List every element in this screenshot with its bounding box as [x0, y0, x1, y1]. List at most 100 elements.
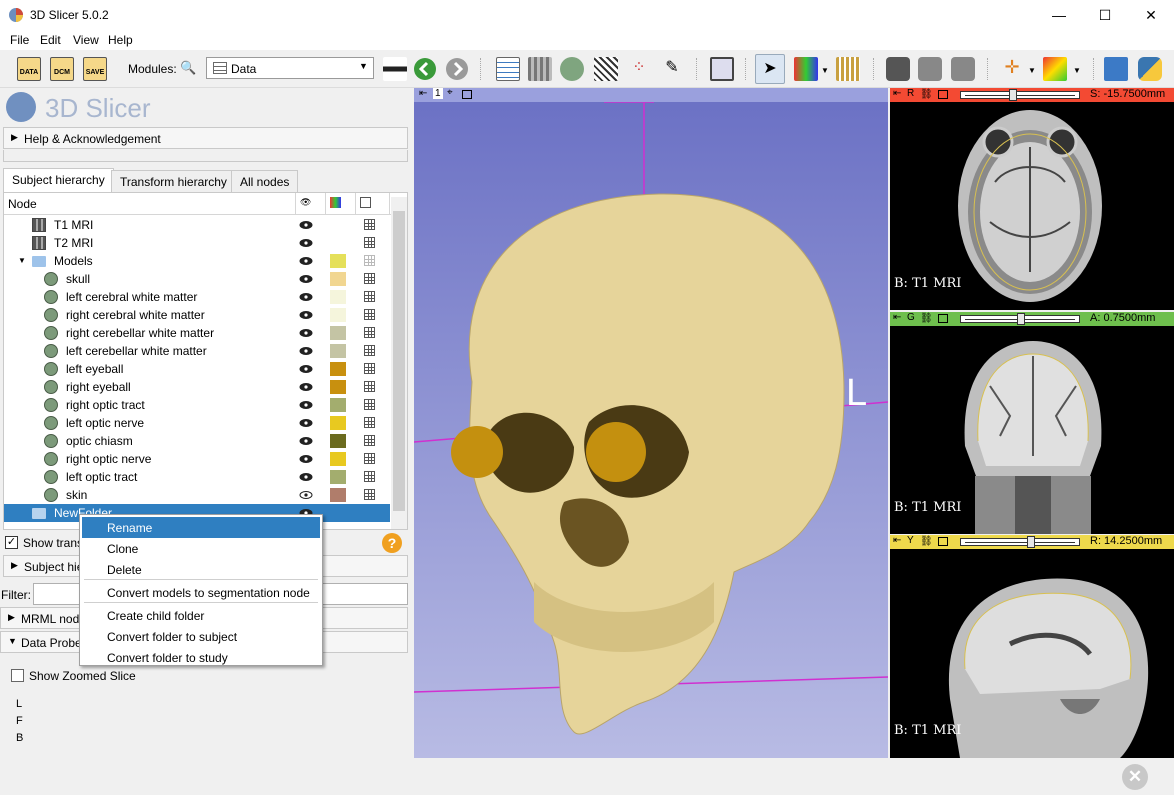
maximize-view-icon[interactable]	[462, 90, 472, 99]
eye-icon[interactable]	[299, 255, 313, 265]
load-dicom-button[interactable]: DCM	[50, 57, 74, 81]
window-level-icon[interactable]	[794, 57, 818, 81]
extensions-manager-icon[interactable]	[1104, 57, 1128, 81]
transform-grid-icon[interactable]	[364, 309, 375, 320]
transform-grid-icon[interactable]	[364, 435, 375, 446]
pin-icon[interactable]: ⇤	[419, 88, 427, 99]
help-icon[interactable]: ?	[382, 533, 402, 553]
crosshair-mode-icon[interactable]	[836, 57, 860, 81]
link-icon[interactable]: ⛓	[920, 536, 933, 547]
transform-grid-icon[interactable]	[364, 399, 375, 410]
save-button[interactable]: SAVE	[83, 57, 107, 81]
scene-view-capture-icon[interactable]	[918, 57, 942, 81]
tree-row[interactable]: skull	[4, 270, 390, 288]
menu-item-rename[interactable]: Rename	[82, 517, 320, 538]
green-slice-slider[interactable]	[960, 313, 1080, 325]
eye-icon[interactable]	[299, 363, 313, 373]
eye-icon[interactable]	[299, 273, 313, 283]
menu-item-delete[interactable]: Delete	[82, 559, 320, 580]
color-swatch[interactable]	[330, 272, 346, 286]
show-transforms-checkbox[interactable]: ✓	[5, 536, 18, 549]
segment-editor-icon[interactable]: ✎	[660, 57, 684, 81]
tab-transform-hierarchy[interactable]: Transform hierarchy	[111, 170, 236, 192]
eye-icon[interactable]	[299, 471, 313, 481]
markups-module-icon[interactable]: ⁘	[627, 57, 651, 81]
tree-row[interactable]: optic chiasm	[4, 432, 390, 450]
chevron-down-icon[interactable]: ▼	[1073, 66, 1081, 75]
load-data-button[interactable]: DATA	[17, 57, 41, 81]
menu-item-create-child-folder[interactable]: Create child folder	[82, 605, 320, 626]
tree-row[interactable]: left optic tract	[4, 468, 390, 486]
menu-item-convert-folder-to-study[interactable]: Convert folder to study	[82, 647, 320, 668]
scrollbar-thumb[interactable]	[393, 211, 405, 511]
slice-intersections-icon[interactable]	[1043, 57, 1067, 81]
tab-all-nodes[interactable]: All nodes	[231, 170, 299, 192]
maximize-view-icon[interactable]	[938, 314, 948, 323]
error-log-icon[interactable]: ✕	[1122, 764, 1148, 790]
color-swatch[interactable]	[330, 488, 346, 502]
tree-row[interactable]: T1 MRI	[4, 216, 390, 234]
module-history-icon[interactable]	[383, 57, 407, 81]
transform-grid-icon[interactable]	[364, 237, 375, 248]
menu-item-clone[interactable]: Clone	[82, 538, 320, 559]
tree-row[interactable]: right eyeball	[4, 378, 390, 396]
transform-grid-icon[interactable]	[364, 381, 375, 392]
color-swatch[interactable]	[330, 434, 346, 448]
models-module-icon[interactable]	[560, 57, 584, 81]
tree-row[interactable]: left optic nerve	[4, 414, 390, 432]
slider-handle[interactable]	[1027, 536, 1036, 548]
red-slice-slider[interactable]	[960, 89, 1080, 101]
menu-edit[interactable]: Edit	[40, 33, 61, 47]
eye-icon[interactable]	[299, 435, 313, 445]
eye-icon[interactable]	[299, 381, 313, 391]
tree-row[interactable]: right optic nerve	[4, 450, 390, 468]
tree-row[interactable]: left cerebral white matter	[4, 288, 390, 306]
transform-grid-icon[interactable]	[364, 273, 375, 284]
color-swatch[interactable]	[330, 416, 346, 430]
color-swatch[interactable]	[330, 380, 346, 394]
help-acknowledgement-section[interactable]: ▶ Help & Acknowledgement	[3, 127, 408, 149]
tree-row[interactable]: T2 MRI	[4, 234, 390, 252]
tree-row[interactable]: left eyeball	[4, 360, 390, 378]
data-module-button[interactable]	[496, 57, 520, 81]
volumes-module-icon[interactable]	[528, 57, 552, 81]
maximize-view-icon[interactable]	[938, 90, 948, 99]
yellow-slice-slider[interactable]	[960, 536, 1080, 548]
menu-file[interactable]: File	[10, 33, 29, 47]
transform-grid-icon[interactable]	[364, 291, 375, 302]
3d-view[interactable]: ⇤ 1 ⌖ L	[414, 88, 888, 758]
tree-row[interactable]: right cerebellar white matter	[4, 324, 390, 342]
chevron-down-icon[interactable]: ▼	[1028, 66, 1036, 75]
show-zoomed-slice-checkbox[interactable]	[11, 669, 24, 682]
color-swatch[interactable]	[330, 326, 346, 340]
color-column-icon[interactable]	[326, 193, 356, 215]
back-arrow-icon[interactable]	[413, 57, 437, 81]
transform-grid-icon[interactable]	[364, 327, 375, 338]
forward-arrow-icon[interactable]	[445, 57, 469, 81]
transforms-module-icon[interactable]	[594, 57, 618, 81]
minimize-button[interactable]: —	[1036, 0, 1082, 30]
eye-icon[interactable]	[299, 327, 313, 337]
color-swatch[interactable]	[330, 344, 346, 358]
link-icon[interactable]: ⛓	[920, 89, 933, 100]
pin-icon[interactable]: ⇤	[893, 535, 901, 546]
eye-icon[interactable]	[299, 399, 313, 409]
maximize-view-icon[interactable]	[938, 537, 948, 546]
eye-icon[interactable]	[299, 453, 313, 463]
color-swatch[interactable]	[330, 362, 346, 376]
color-swatch[interactable]	[330, 290, 346, 304]
link-icon[interactable]: ⛓	[920, 313, 933, 324]
transform-grid-icon[interactable]	[364, 345, 375, 356]
tab-subject-hierarchy[interactable]: Subject hierarchy	[3, 168, 114, 193]
python-console-icon[interactable]	[1138, 57, 1162, 81]
eye-icon[interactable]	[299, 345, 313, 355]
eye-icon[interactable]	[299, 237, 313, 247]
color-swatch[interactable]	[330, 254, 346, 268]
screenshot-camera-icon[interactable]	[886, 57, 910, 81]
color-swatch[interactable]	[330, 308, 346, 322]
transform-grid-icon[interactable]	[364, 489, 375, 500]
transform-grid-icon[interactable]	[364, 417, 375, 428]
transform-grid-icon[interactable]	[364, 255, 375, 266]
slider-handle[interactable]	[1008, 89, 1017, 101]
menu-item-convert-models-to-segmentation[interactable]: Convert models to segmentation node	[82, 582, 320, 603]
